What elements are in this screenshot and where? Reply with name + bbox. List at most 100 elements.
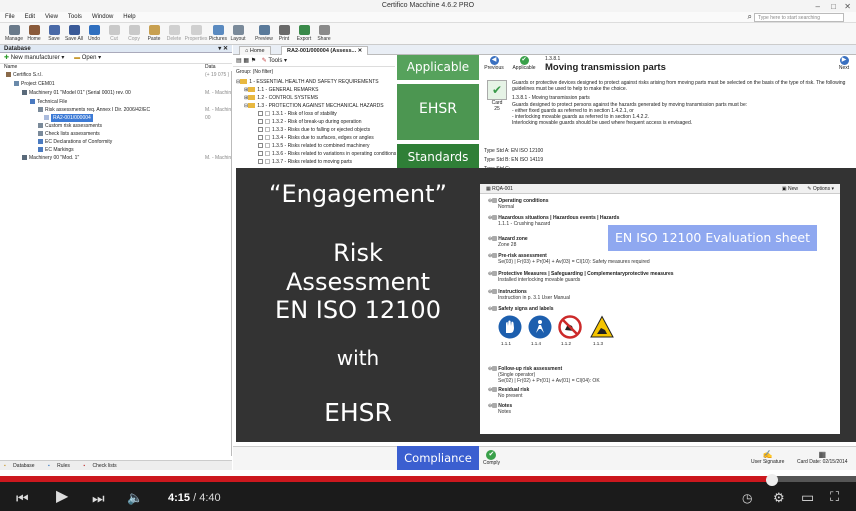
ehsr-checkbox[interactable]: [258, 119, 263, 125]
ehsr-checkbox[interactable]: [258, 151, 263, 157]
document-icon: [44, 115, 49, 121]
previous-video-icon[interactable]: ⏮: [16, 490, 29, 506]
share-button[interactable]: Share: [314, 23, 334, 45]
close-icon[interactable]: ✕: [358, 48, 363, 54]
home-button[interactable]: Home: [24, 23, 44, 45]
filter-icon[interactable]: ⚑: [251, 58, 256, 64]
paste-button[interactable]: Paste: [144, 23, 164, 45]
ehsr-checkbox[interactable]: [265, 143, 270, 149]
watch-later-icon[interactable]: ◷: [742, 490, 752, 506]
ehsr-item[interactable]: 1.3.4 - Risks due to surfaces, edges or …: [258, 135, 374, 143]
menu-window[interactable]: Window: [87, 12, 118, 23]
tab-home[interactable]: ⌂ Home: [239, 46, 271, 55]
ehsr-item[interactable]: ⊞ 1.1 - GENERAL REMARKS: [244, 87, 318, 95]
ehsr-item[interactable]: 1.3.7 - Risks related to moving parts: [258, 159, 352, 167]
play-icon[interactable]: ▶: [56, 489, 68, 505]
tools-menu[interactable]: ✎ Tools ▾: [262, 58, 287, 64]
menu-edit[interactable]: Edit: [20, 12, 40, 23]
column-data[interactable]: Data: [205, 64, 216, 71]
new-manufacturer-button[interactable]: ✚ New manufacturer ▾: [4, 55, 64, 61]
group-filter[interactable]: Group: (No filter): [233, 67, 395, 77]
overlay-engagement: “Engagement”: [269, 180, 447, 208]
tree-item[interactable]: EC Declarations of Conformity: [38, 138, 112, 146]
tree-item-date: M. - Machin: [205, 107, 232, 113]
collapse-icon[interactable]: ▤: [236, 58, 242, 64]
save-all-button[interactable]: Save All: [64, 23, 84, 45]
tab-assessment[interactable]: RA2-001/000004 (Assess... ✕: [281, 46, 369, 55]
ehsr-item[interactable]: 1.3.1 - Risk of loss of stability: [258, 111, 337, 119]
theater-mode-icon[interactable]: ▭: [801, 489, 814, 505]
ehsr-checkbox[interactable]: [258, 135, 263, 141]
search-input[interactable]: Type here to start searching: [754, 13, 844, 22]
export-button[interactable]: Export: [294, 23, 314, 45]
ehsr-checkbox[interactable]: [265, 111, 270, 117]
ehsr-checkbox[interactable]: [258, 111, 263, 117]
settings-gear-icon[interactable]: ⚙: [773, 490, 785, 506]
print-button[interactable]: Print: [274, 23, 294, 45]
next-video-icon[interactable]: ⏭: [92, 490, 105, 506]
panel-close-icon[interactable]: ▾ ✕: [218, 45, 228, 53]
ehsr-checkbox[interactable]: [258, 143, 263, 149]
tree-item[interactable]: EC Markings: [38, 146, 74, 154]
ehsr-checkbox[interactable]: [265, 127, 270, 133]
search-icon[interactable]: ⌕: [748, 12, 752, 22]
manage-button[interactable]: Manage: [4, 23, 24, 45]
tree-item[interactable]: Risk assessments req. Annex I Dir. 2006/…: [38, 106, 150, 114]
card-check-icon: ✔: [487, 80, 507, 100]
ehsr-item[interactable]: ⊟ 1.3 - PROTECTION AGAINST MECHANICAL HAZ…: [244, 103, 384, 111]
ehsr-item[interactable]: 1.3.3 - Risks due to falling or ejected …: [258, 127, 370, 135]
undo-button[interactable]: Undo: [84, 23, 104, 45]
menu-view[interactable]: View: [40, 12, 63, 23]
window-titlebar: Certifico Macchine 4.6.2 PRO – □ ✕: [0, 0, 856, 12]
ehsr-item[interactable]: ⊟ 1 - ESSENTIAL HEALTH AND SAFETY REQUIRE…: [236, 79, 379, 87]
column-name[interactable]: Name: [4, 64, 17, 71]
open-button[interactable]: ▬ Open ▾: [74, 55, 101, 61]
menu-tools[interactable]: Tools: [63, 12, 87, 23]
next-button[interactable]: ▶ Next: [836, 56, 852, 71]
tree-item[interactable]: Technical File: [30, 98, 67, 106]
ehsr-checkbox[interactable]: [265, 151, 270, 157]
new-button[interactable]: ▣ New: [782, 184, 798, 194]
ehsr-checkbox[interactable]: [258, 159, 263, 165]
ehsr-checkbox[interactable]: [265, 135, 270, 141]
options-button[interactable]: ✎ Options ▾: [807, 184, 834, 194]
tree-item[interactable]: Certifico S.r.l.: [6, 71, 43, 79]
save-button[interactable]: Save: [44, 23, 64, 45]
ehsr-item[interactable]: ⊞ 1.2 - CONTROL SYSTEMS: [244, 95, 318, 103]
properties-icon: [190, 25, 202, 35]
fullscreen-icon[interactable]: ⛶: [830, 489, 839, 505]
expand-icon[interactable]: ▦: [243, 58, 249, 64]
tree-item[interactable]: Machinery 00 "Mod. 1": [22, 154, 79, 162]
comply-button[interactable]: ✔ Comply: [483, 450, 500, 466]
ehsr-checkbox[interactable]: [265, 159, 270, 165]
tab-database[interactable]: ▪ Database: [4, 463, 41, 469]
ehsr-item[interactable]: 1.3.5 - Risks related to combined machin…: [258, 143, 370, 151]
requirement-card: ✔ Card 25: [484, 80, 510, 120]
previous-button[interactable]: ◀ Previous: [484, 56, 504, 71]
ehsr-item[interactable]: 1.3.2 - Risk of break-up during operatio…: [258, 119, 362, 127]
tree-item[interactable]: Machinery 01 "Model 01" (Serial 0001) re…: [22, 89, 131, 97]
pictures-button[interactable]: Pictures: [208, 23, 228, 45]
tree-item[interactable]: Project CEM01: [14, 80, 55, 88]
layout-button[interactable]: Layout: [228, 23, 248, 45]
menu-help[interactable]: Help: [118, 12, 140, 23]
cut-button[interactable]: Cut: [104, 23, 124, 45]
ehsr-item[interactable]: 1.3.6 - Risks related to variations in o…: [258, 151, 396, 159]
applicable-toggle[interactable]: ✔ Applicable: [510, 56, 538, 71]
tree-item[interactable]: Check lists assessments: [38, 130, 100, 138]
volume-icon[interactable]: 🔈: [127, 490, 143, 506]
ehsr-checkbox[interactable]: [258, 127, 263, 133]
document-icon: [38, 123, 43, 129]
copy-button[interactable]: Copy: [124, 23, 144, 45]
tree-item-selected[interactable]: RA2-001/000004 00: [44, 114, 230, 122]
tree-item[interactable]: Custom risk assessments: [38, 122, 102, 130]
ehsr-checkbox[interactable]: [265, 119, 270, 125]
properties-button[interactable]: Properties: [184, 23, 208, 45]
preview-button[interactable]: Preview: [254, 23, 274, 45]
menu-file[interactable]: File: [0, 12, 20, 23]
user-signature-button[interactable]: ✍ User Signature: [751, 450, 784, 465]
delete-button[interactable]: Delete: [164, 23, 184, 45]
tab-rules[interactable]: ▪ Rules: [48, 463, 76, 469]
tab-check-lists[interactable]: ▪ Check lists: [83, 463, 122, 469]
video-scrubber-handle[interactable]: [766, 474, 778, 486]
